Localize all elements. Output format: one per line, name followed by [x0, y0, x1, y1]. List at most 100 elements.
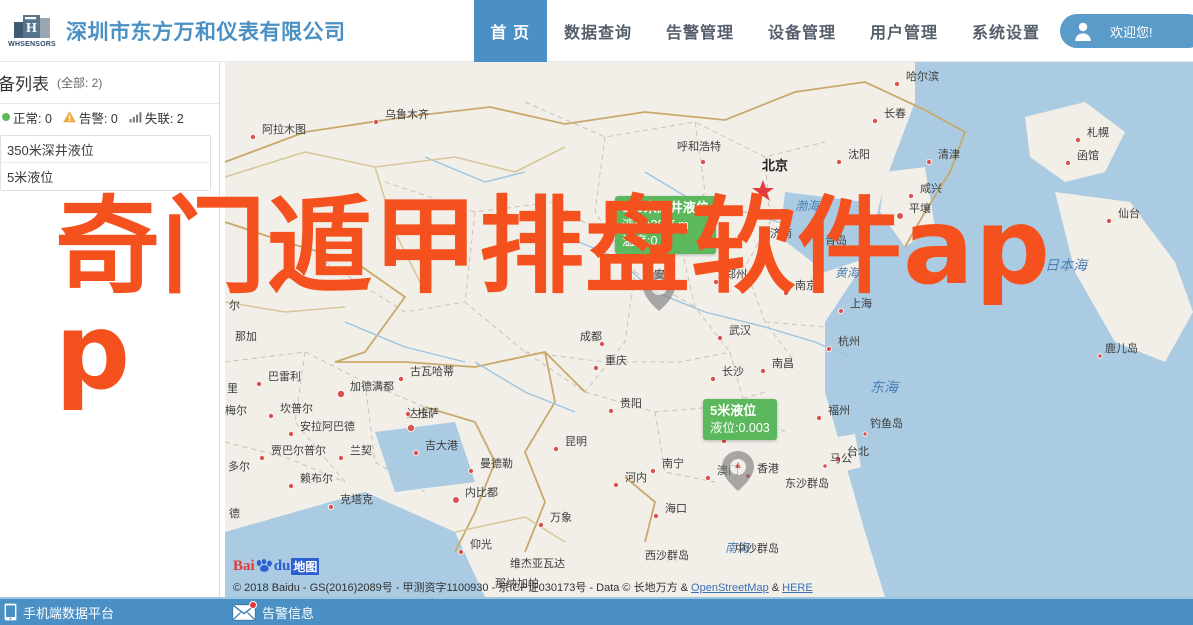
map-bubble-5m-level[interactable]: 5米液位 液位:0.003 [703, 399, 777, 441]
bubble-value-350m: 液位:28.7 m [622, 217, 689, 232]
svg-text:上海: 上海 [850, 296, 872, 310]
svg-text:成都: 成都 [580, 330, 602, 343]
device-item-5m-level[interactable]: 5米液位 [1, 163, 210, 190]
attr-link-here[interactable]: HERE [782, 582, 813, 594]
attr-link-openstreetmap[interactable]: OpenStreetMap [691, 582, 769, 594]
svg-text:沈阳: 沈阳 [848, 147, 870, 161]
svg-text:南京: 南京 [795, 278, 817, 292]
svg-text:哈尔滨: 哈尔滨 [906, 69, 939, 83]
green-dot-icon [2, 113, 10, 121]
alarm-notification-badge [249, 600, 258, 609]
bubble-title-5m: 5米液位 [710, 403, 757, 418]
svg-text:呼和浩特: 呼和浩特 [677, 139, 721, 153]
svg-text:乌鲁木齐: 乌鲁木齐 [385, 107, 429, 121]
svg-text:H: H [26, 21, 37, 36]
avatar [1070, 18, 1096, 44]
device-item-350m-deep-well[interactable]: 350米深井液位 [1, 136, 210, 163]
status-normal[interactable]: 正常: 0 [2, 108, 52, 127]
footer-mobile-label: 手机端数据平台 [23, 605, 115, 621]
svg-text:内比都: 内比都 [465, 485, 498, 499]
svg-text:福州: 福州 [828, 403, 850, 417]
svg-text:咸兴: 咸兴 [920, 182, 942, 195]
panel-device-count: (全部: 2) [57, 76, 103, 90]
baidu-map-word: 地图 [291, 558, 320, 575]
baidu-map-logo[interactable]: Bai du 地图 [233, 558, 320, 575]
svg-text:清津: 清津 [938, 148, 960, 161]
panel-header: 备列表 (全部: 2) [0, 62, 219, 104]
baidu-du-text: du [273, 558, 291, 574]
map-bubble-350m-deep-well[interactable]: 350米深井液位 液位:28.7 m 温度:0 [615, 196, 716, 255]
svg-text:梅尔: 梅尔 [225, 403, 247, 417]
map-graphic: 乌鲁木齐 阿拉木图 呼和浩特 北京 哈尔滨 长春 沈阳 清津 咸兴 平壤 札幌 … [225, 62, 1193, 597]
application-root: H WHSENSORS 深圳市东方万和仪表有限公司 首 页 数据查询 告警管理 … [0, 0, 1193, 625]
svg-text:杭州: 杭州 [838, 334, 860, 348]
svg-text:长春: 长春 [884, 107, 906, 120]
nav-user-management[interactable]: 用户管理 [853, 0, 955, 62]
svg-text:东沙群岛: 东沙群岛 [785, 476, 829, 490]
baidu-bai-text: Bai [233, 558, 255, 574]
svg-text:维杰亚瓦达: 维杰亚瓦达 [510, 557, 565, 570]
map-canvas[interactable]: 乌鲁木齐 阿拉木图 呼和浩特 北京 哈尔滨 长春 沈阳 清津 咸兴 平壤 札幌 … [225, 62, 1193, 597]
svg-text:德: 德 [229, 506, 240, 520]
status-normal-label: 正常: 0 [13, 111, 52, 126]
svg-text:中沙群岛: 中沙群岛 [735, 541, 779, 555]
nav-home[interactable]: 首 页 [473, 0, 547, 62]
map-pin-350m-deep-well[interactable] [640, 269, 678, 313]
svg-text:多尔: 多尔 [228, 459, 250, 473]
warning-triangle-icon [63, 111, 76, 123]
device-list-panel: 备列表 (全部: 2) 正常: 0 告警: 0 失联: 2 350米深井液位 5… [0, 62, 220, 597]
svg-text:南昌: 南昌 [772, 357, 794, 370]
svg-text:阿拉木图: 阿拉木图 [262, 122, 306, 136]
status-alarm-label: 告警: 0 [78, 111, 118, 126]
map-pin-5m-level[interactable] [719, 449, 757, 493]
svg-text:那加: 那加 [235, 330, 257, 343]
footer-alarm-info[interactable]: 告警信息 [232, 600, 315, 622]
main-navigation: 首 页 数据查询 告警管理 设备管理 用户管理 系统设置 [473, 0, 1058, 62]
svg-text:吉大港: 吉大港 [425, 438, 458, 452]
svg-text:渤海: 渤海 [795, 199, 821, 213]
svg-text:巴雷利: 巴雷利 [268, 370, 301, 383]
baidu-paw-icon [256, 558, 272, 572]
attr-middle: & [768, 582, 783, 594]
device-list: 350米深井液位 5米液位 [0, 135, 211, 191]
top-header: H WHSENSORS 深圳市东方万和仪表有限公司 首 页 数据查询 告警管理 … [0, 0, 1193, 62]
nav-device-management[interactable]: 设备管理 [751, 0, 853, 62]
status-offline-label: 失联: 2 [144, 111, 184, 126]
nav-data-query[interactable]: 数据查询 [547, 0, 649, 62]
brand-block: H WHSENSORS 深圳市东方万和仪表有限公司 [0, 11, 346, 51]
svg-text:赖布尔: 赖布尔 [300, 472, 333, 485]
svg-text:黄海: 黄海 [835, 266, 861, 280]
svg-text:仰光: 仰光 [470, 537, 492, 551]
logo-wordmark: WHSENSORS [8, 40, 56, 48]
svg-text:北京: 北京 [762, 158, 788, 173]
user-avatar-icon [1075, 22, 1091, 41]
attr-prefix: © 2018 Baidu - GS(2016)2089号 - 甲测资字11009… [233, 582, 692, 594]
welcome-text: 欢迎您! [1110, 24, 1153, 40]
wh-sensors-logo-icon: H [14, 14, 50, 38]
svg-text:河内: 河内 [625, 470, 647, 484]
svg-text:香港: 香港 [757, 462, 779, 475]
company-logo: H WHSENSORS [8, 11, 56, 51]
nav-alarm-management[interactable]: 告警管理 [649, 0, 751, 62]
svg-text:马公: 马公 [830, 452, 852, 465]
svg-text:函馆: 函馆 [1077, 148, 1099, 162]
bottom-status-bar: 手机端数据平台 告警信息 [0, 597, 1193, 625]
footer-mobile-platform[interactable]: 手机端数据平台 [4, 603, 114, 622]
status-alarm[interactable]: 告警: 0 [63, 108, 118, 127]
bubble-title-350m: 350米深井液位 [622, 200, 709, 215]
svg-text:仙台: 仙台 [1118, 206, 1140, 220]
svg-text:重庆: 重庆 [605, 353, 627, 367]
svg-text:克塔克: 克塔克 [340, 493, 373, 506]
svg-text:札幌: 札幌 [1087, 125, 1109, 139]
svg-text:东海: 东海 [870, 380, 900, 396]
svg-text:贵阳: 贵阳 [620, 397, 642, 410]
status-offline[interactable]: 失联: 2 [129, 108, 184, 127]
footer-alarm-label: 告警信息 [262, 605, 315, 621]
nav-system-settings[interactable]: 系统设置 [955, 0, 1057, 62]
user-menu[interactable]: 欢迎您! [1060, 14, 1193, 48]
svg-text:鹿儿岛: 鹿儿岛 [1105, 341, 1138, 355]
panel-title: 备列表 [0, 75, 49, 94]
svg-text:尔: 尔 [229, 299, 240, 312]
svg-text:长沙: 长沙 [722, 365, 744, 378]
company-name: 深圳市东方万和仪表有限公司 [66, 20, 346, 44]
